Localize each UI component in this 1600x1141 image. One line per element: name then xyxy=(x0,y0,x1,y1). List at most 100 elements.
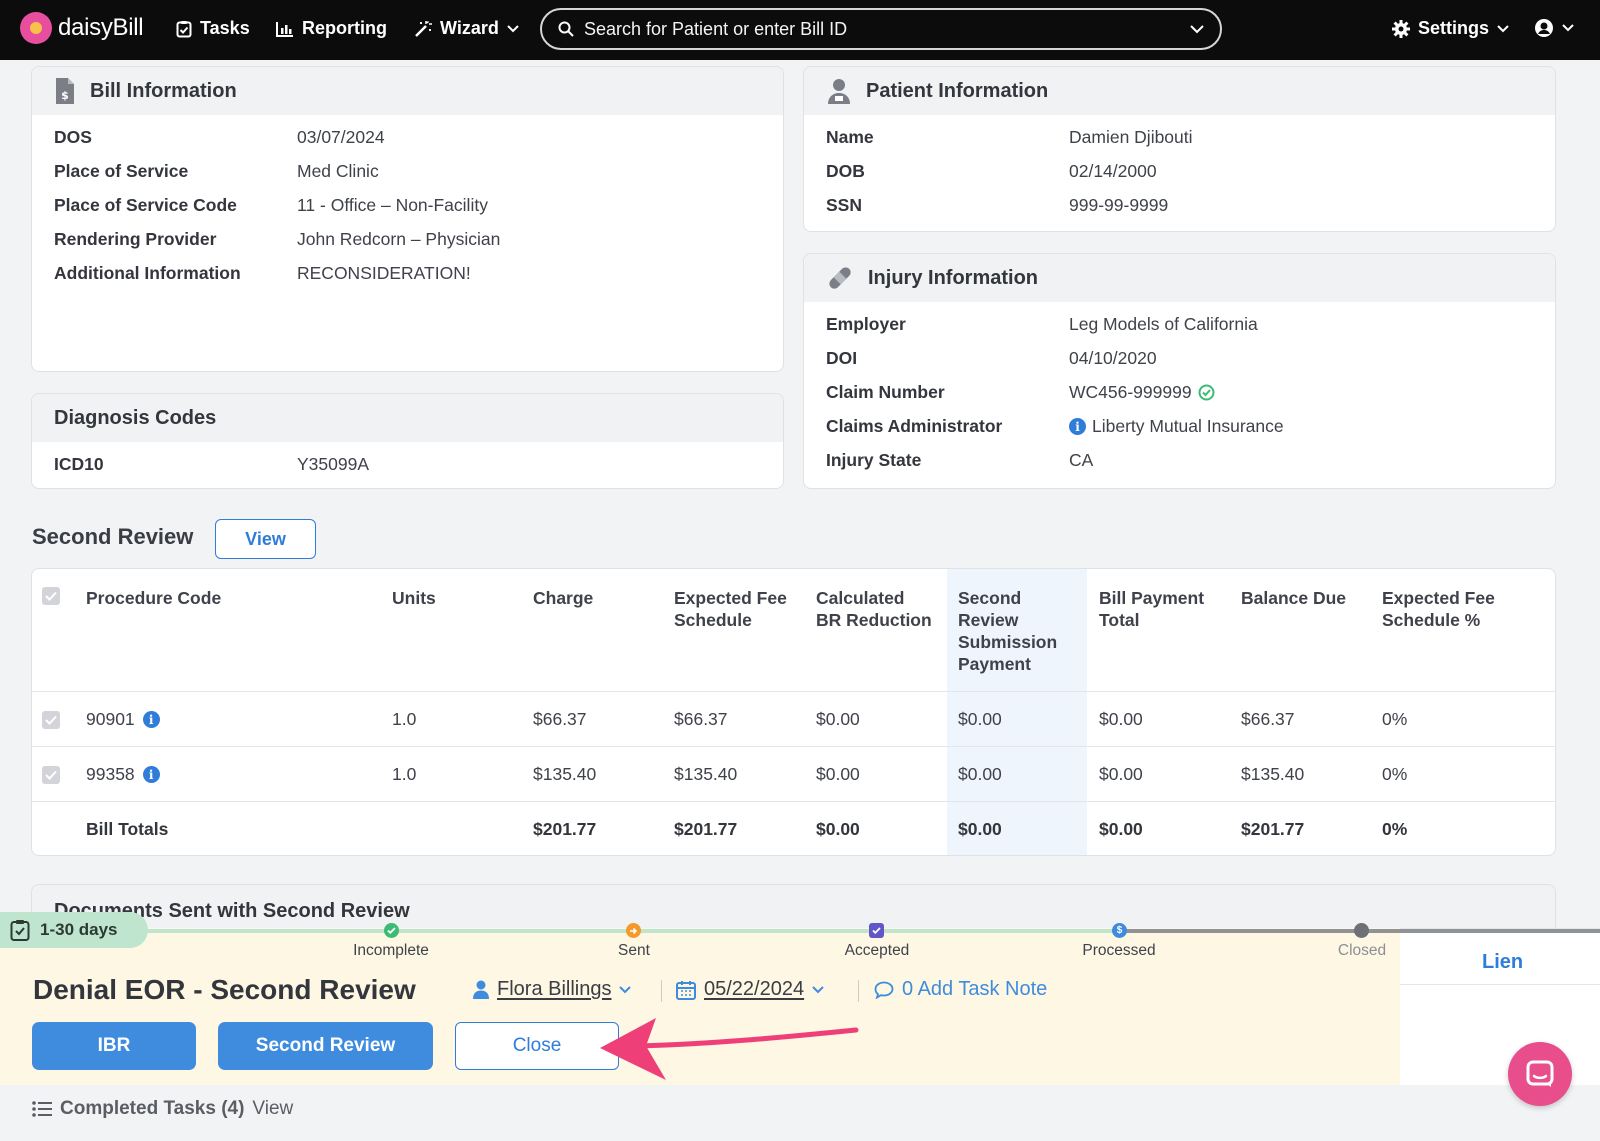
user-menu[interactable] xyxy=(1534,18,1574,38)
patient-information-title: Patient Information xyxy=(866,79,1049,102)
header-line: Bill Payment xyxy=(1099,588,1205,608)
units-cell: 1.0 xyxy=(392,709,417,729)
arrow-right-icon xyxy=(630,927,638,934)
fee-schedule-pct-cell: 0% xyxy=(1382,764,1408,784)
chevron-down-icon xyxy=(619,985,632,993)
nav-reporting[interactable]: Reporting xyxy=(276,18,387,39)
field-value: John Redcorn – Physician xyxy=(297,229,501,249)
clipboard-check-icon xyxy=(176,20,192,37)
field-label: Employer xyxy=(826,314,906,334)
patient-information-list: Name Damien Djibouti DOB 02/14/2000 SSN 999… xyxy=(804,115,1555,221)
magic-wand-icon xyxy=(415,20,432,37)
patient-info-row: SSN 999-99-9999 xyxy=(804,187,1555,221)
bill-info-row: Place of Service Code 11 - Office – Non-F… xyxy=(32,187,783,221)
view-second-review-button[interactable]: View xyxy=(215,519,316,559)
chat-launcher[interactable] xyxy=(1508,1042,1572,1106)
total-fee-schedule-pct: 0% xyxy=(1382,819,1408,839)
patient-search[interactable] xyxy=(540,8,1222,50)
br-reduction-cell: $0.00 xyxy=(816,709,860,729)
injury-info-row: Claim Number WC456-999999 xyxy=(804,374,1555,408)
expected-fee-cell: $66.37 xyxy=(674,709,728,729)
info-icon[interactable]: i xyxy=(142,766,160,783)
table-row: 99358 i 1.0 $135.40 $135.40 $0.00 $0.00 $… xyxy=(32,746,1555,802)
list-icon xyxy=(32,1101,52,1117)
svg-text:$: $ xyxy=(61,89,69,102)
diagnosis-codes-title: Diagnosis Codes xyxy=(54,406,217,429)
checkmark-icon xyxy=(45,591,57,601)
claim-number-value: WC456-999999 xyxy=(1069,382,1215,403)
patient-info-row: DOB 02/14/2000 xyxy=(804,153,1555,187)
field-value: 04/10/2020 xyxy=(1069,348,1157,368)
field-label: Claims Administrator xyxy=(826,416,1003,436)
invoice-dollar-icon: $ xyxy=(56,78,74,104)
info-icon[interactable]: i xyxy=(142,711,160,728)
table-row: 90901 i 1.0 $66.37 $66.37 $0.00 $0.00 $0.… xyxy=(32,691,1555,747)
clipboard-check-icon xyxy=(10,920,30,941)
user-avatar-icon xyxy=(1535,19,1553,37)
stage-closed-dot xyxy=(1354,923,1369,938)
checkmark-icon xyxy=(45,770,57,780)
add-task-note-link[interactable]: 0 Add Task Note xyxy=(874,978,1047,1001)
bill-information-header: $ Bill Information xyxy=(32,67,783,115)
completed-tasks-view[interactable]: View xyxy=(252,1098,293,1120)
gear-icon xyxy=(1392,19,1410,38)
total-br-reduction: $0.00 xyxy=(816,819,860,839)
injury-info-row: Claims Administrator i Liberty Mutual Ins… xyxy=(804,408,1555,442)
days-badge: 1-30 days xyxy=(0,912,148,948)
col-second-review-submission-payment: Second Review Submission Payment xyxy=(958,587,1057,675)
chevron-down-icon xyxy=(507,24,519,32)
due-date-selector[interactable]: 05/22/2024 xyxy=(676,978,824,1001)
field-label: Additional Information xyxy=(54,263,241,283)
bill-information-title: Bill Information xyxy=(90,79,237,102)
nav-tasks[interactable]: Tasks xyxy=(176,18,250,39)
field-label: Injury State xyxy=(826,450,922,470)
daisybill-logo[interactable]: daisyBill xyxy=(20,12,144,44)
injury-information-title: Injury Information xyxy=(868,266,1038,289)
injury-info-row: DOI 04/10/2020 xyxy=(804,340,1555,374)
field-label: DOS xyxy=(54,127,92,147)
field-value: Y35099A xyxy=(297,454,370,474)
calendar-icon xyxy=(676,980,696,1000)
second-review-button[interactable]: Second Review xyxy=(218,1022,433,1070)
header-line: Calculated xyxy=(816,588,905,608)
row-checkbox[interactable] xyxy=(42,711,60,729)
stage-label: Closed xyxy=(1337,942,1387,959)
claims-administrator-link[interactable]: i Liberty Mutual Insurance xyxy=(1069,416,1284,437)
field-value: Med Clinic xyxy=(297,161,379,181)
balance-due-cell: $66.37 xyxy=(1241,709,1295,729)
totals-label: Bill Totals xyxy=(86,819,169,839)
nav-wizard[interactable]: Wizard xyxy=(414,18,519,39)
nav-settings[interactable]: Settings xyxy=(1392,18,1509,39)
lien-panel: Lien xyxy=(1400,928,1600,1085)
diagnosis-codes-card: Diagnosis Codes ICD10 Y35099A xyxy=(31,393,784,489)
field-value: 999-99-9999 xyxy=(1069,195,1169,215)
bill-information-list: DOS 03/07/2024 Place of Service Med Clinic… xyxy=(32,115,783,289)
field-value: 11 - Office – Non-Facility xyxy=(297,195,488,215)
callout-arrow xyxy=(600,1018,859,1080)
ibr-button[interactable]: IBR xyxy=(32,1022,196,1070)
injury-information-header: Injury Information xyxy=(804,254,1555,302)
stage-label: Accepted xyxy=(844,942,910,959)
due-date: 05/22/2024 xyxy=(704,978,805,1000)
field-label: Place of Service xyxy=(54,161,189,181)
field-value: Liberty Mutual Insurance xyxy=(1092,416,1284,436)
assignee-selector[interactable]: Flora Billings xyxy=(473,978,632,1001)
nav-settings-label: Settings xyxy=(1418,18,1490,38)
expected-fee-cell: $135.40 xyxy=(674,764,738,784)
chevron-down-icon[interactable] xyxy=(1190,24,1204,34)
search-input[interactable] xyxy=(584,18,1190,40)
completed-tasks[interactable]: Completed Tasks (4) View xyxy=(32,1098,293,1120)
field-value: Leg Models of California xyxy=(1069,314,1258,334)
header-line: Expected Fee xyxy=(674,588,787,608)
checkmark-icon xyxy=(387,927,396,934)
row-checkbox[interactable] xyxy=(42,766,60,784)
select-all-checkbox[interactable] xyxy=(42,587,60,605)
info-icon: i xyxy=(1069,418,1086,435)
bill-info-row: Place of Service Med Clinic xyxy=(32,153,783,187)
lien-tab[interactable]: Lien xyxy=(1482,951,1523,974)
header-line: Expected Fee xyxy=(1382,588,1495,608)
close-button[interactable]: Close xyxy=(455,1022,619,1070)
field-label: Place of Service Code xyxy=(54,195,237,215)
col-calculated-br-reduction: Calculated BR Reduction xyxy=(816,587,932,631)
nav-tasks-label: Tasks xyxy=(200,18,250,38)
